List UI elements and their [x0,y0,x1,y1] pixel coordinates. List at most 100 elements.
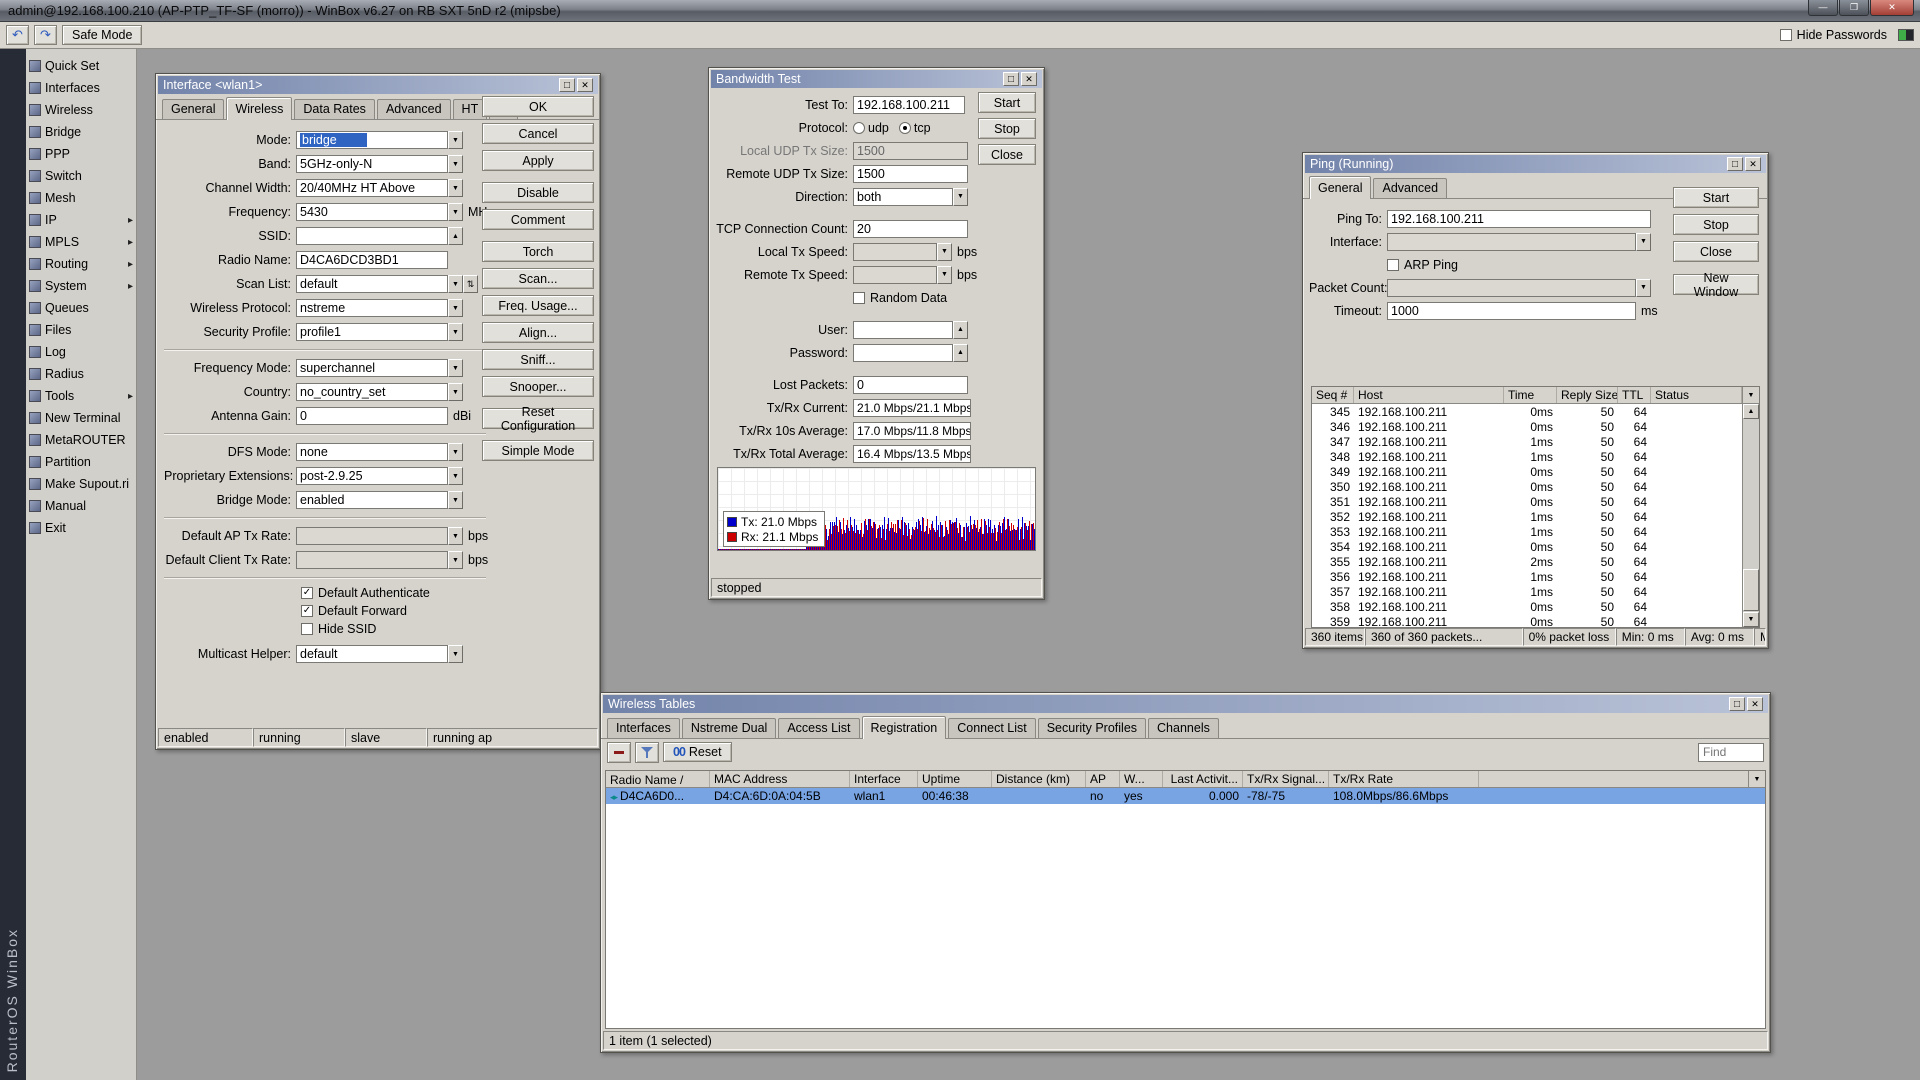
tab-general[interactable]: General [1309,176,1371,199]
sidebar-item[interactable]: Routing ▸ [26,253,136,275]
mode-dropdown-icon[interactable] [448,131,463,149]
ping-interface-input[interactable] [1387,233,1636,251]
hide-ssid-checkbox[interactable] [301,623,313,635]
default-ap-tx-rate-input[interactable] [296,527,448,545]
frequency-mode-input[interactable]: superchannel [296,359,448,377]
ping-row[interactable]: 346 192.168.100.211 0ms 50 64 [1312,419,1742,434]
scan-button[interactable]: Scan... [482,268,594,289]
default-client-tx-rate-dropdown-icon[interactable] [448,551,463,569]
security-profile-input[interactable]: profile1 [296,323,448,341]
wireless-protocol-input[interactable]: nstreme [296,299,448,317]
multicast-helper-input[interactable]: default [296,645,448,663]
local-udp-tx-size-input[interactable]: 1500 [853,142,968,160]
default-authenticate-checkbox[interactable] [301,587,313,599]
frequency-mode-dropdown-icon[interactable] [448,359,463,377]
reset-configuration-button[interactable]: Reset Configuration [482,408,594,429]
scrollbar-thumb[interactable] [1743,569,1759,611]
sniff-button[interactable]: Sniff... [482,349,594,370]
start-button[interactable]: Start [1673,187,1759,208]
tcp-radio[interactable] [899,122,911,134]
dfs-mode-input[interactable]: none [296,443,448,461]
password-collapse-icon[interactable] [953,344,968,362]
close-icon[interactable] [1745,157,1761,171]
band-dropdown-icon[interactable] [448,155,463,173]
sidebar-item[interactable]: MPLS ▸ [26,231,136,253]
maximize-button[interactable]: ❐ [1839,0,1869,16]
safe-mode-button[interactable]: Safe Mode [62,25,142,45]
test-to-input[interactable]: 192.168.100.211 [853,96,965,114]
tab-advanced[interactable]: Advanced [377,99,451,119]
tab-security-profiles[interactable]: Security Profiles [1038,718,1146,738]
column-chooser-icon[interactable] [1748,771,1765,787]
new-window-button[interactable]: New Window [1673,274,1759,295]
sidebar-item[interactable]: Quick Set [26,55,136,77]
ping-titlebar[interactable]: Ping (Running) [1305,155,1766,173]
sidebar-item[interactable]: Tools ▸ [26,385,136,407]
direction-input[interactable]: both [853,188,953,206]
comment-button[interactable]: Comment [482,209,594,230]
ping-row[interactable]: 357 192.168.100.211 1ms 50 64 [1312,584,1742,599]
multicast-helper-dropdown-icon[interactable] [448,645,463,663]
sidebar-item[interactable]: Files [26,319,136,341]
bridge-mode-dropdown-icon[interactable] [448,491,463,509]
frequency-dropdown-icon[interactable] [448,203,463,221]
ssid-collapse-icon[interactable] [448,227,463,245]
proprietary-extensions-dropdown-icon[interactable] [448,467,463,485]
sidebar-item[interactable]: Manual [26,495,136,517]
tcp-connection-count-input[interactable]: 20 [853,220,968,238]
registration-list-area[interactable] [606,804,1765,1028]
timeout-input[interactable]: 1000 [1387,302,1636,320]
interface-window-titlebar[interactable]: Interface <wlan1> [158,76,598,94]
channel-width-dropdown-icon[interactable] [448,179,463,197]
hide-passwords-checkbox[interactable] [1780,29,1792,41]
local-tx-speed-dropdown-icon[interactable] [937,243,952,261]
tab-access-list[interactable]: Access List [778,718,859,738]
ping-row[interactable]: 352 192.168.100.211 1ms 50 64 [1312,509,1742,524]
ping-interface-dropdown-icon[interactable] [1636,233,1651,251]
simple-mode-button[interactable]: Simple Mode [482,440,594,461]
redo-icon[interactable]: ↷ [34,25,57,45]
remote-udp-tx-size-input[interactable]: 1500 [853,165,968,183]
sidebar-item[interactable]: Radius [26,363,136,385]
sidebar-item[interactable]: PPP [26,143,136,165]
close-icon[interactable] [1021,72,1037,86]
apply-button[interactable]: Apply [482,150,594,171]
default-ap-tx-rate-dropdown-icon[interactable] [448,527,463,545]
user-collapse-icon[interactable] [953,321,968,339]
ping-row[interactable]: 355 192.168.100.211 2ms 50 64 [1312,554,1742,569]
random-data-checkbox[interactable] [853,292,865,304]
ping-row[interactable]: 348 192.168.100.211 1ms 50 64 [1312,449,1742,464]
scan-list-updown-icon[interactable] [463,275,478,293]
ping-to-input[interactable]: 192.168.100.211 [1387,210,1651,228]
scan-list-input[interactable]: default [296,275,448,293]
band-input[interactable]: 5GHz-only-N [296,155,448,173]
mode-input[interactable]: bridge [296,131,448,149]
password-input[interactable] [853,344,953,362]
dfs-mode-dropdown-icon[interactable] [448,443,463,461]
default-client-tx-rate-input[interactable] [296,551,448,569]
sidebar-item[interactable]: Make Supout.rif [26,473,136,495]
registration-row-selected[interactable]: D4CA6D0... D4:CA:6D:0A:04:5B wlan1 00:46… [606,788,1765,804]
wireless-protocol-dropdown-icon[interactable] [448,299,463,317]
maximize-icon[interactable] [1727,157,1743,171]
cancel-button[interactable]: Cancel [482,123,594,144]
direction-dropdown-icon[interactable] [953,188,968,206]
radio-name-input[interactable]: D4CA6DCD3BD1 [296,251,448,269]
snooper-button[interactable]: Snooper... [482,376,594,397]
udp-radio[interactable] [853,122,865,134]
close-button[interactable]: Close [1673,241,1759,262]
close-button[interactable]: ✕ [1870,0,1914,16]
frequency-input[interactable]: 5430 [296,203,448,221]
ok-button[interactable]: OK [482,96,594,117]
sidebar-item[interactable]: IP ▸ [26,209,136,231]
ping-row[interactable]: 351 192.168.100.211 0ms 50 64 [1312,494,1742,509]
tab-advanced[interactable]: Advanced [1373,178,1447,198]
packet-count-input[interactable] [1387,279,1636,297]
bridge-mode-input[interactable]: enabled [296,491,448,509]
ping-row[interactable]: 350 192.168.100.211 0ms 50 64 [1312,479,1742,494]
user-input[interactable] [853,321,953,339]
ping-row[interactable]: 356 192.168.100.211 1ms 50 64 [1312,569,1742,584]
reset-counters-button[interactable]: 00 Reset [663,742,732,762]
remote-tx-speed-input[interactable] [853,266,937,284]
country-input[interactable]: no_country_set [296,383,448,401]
